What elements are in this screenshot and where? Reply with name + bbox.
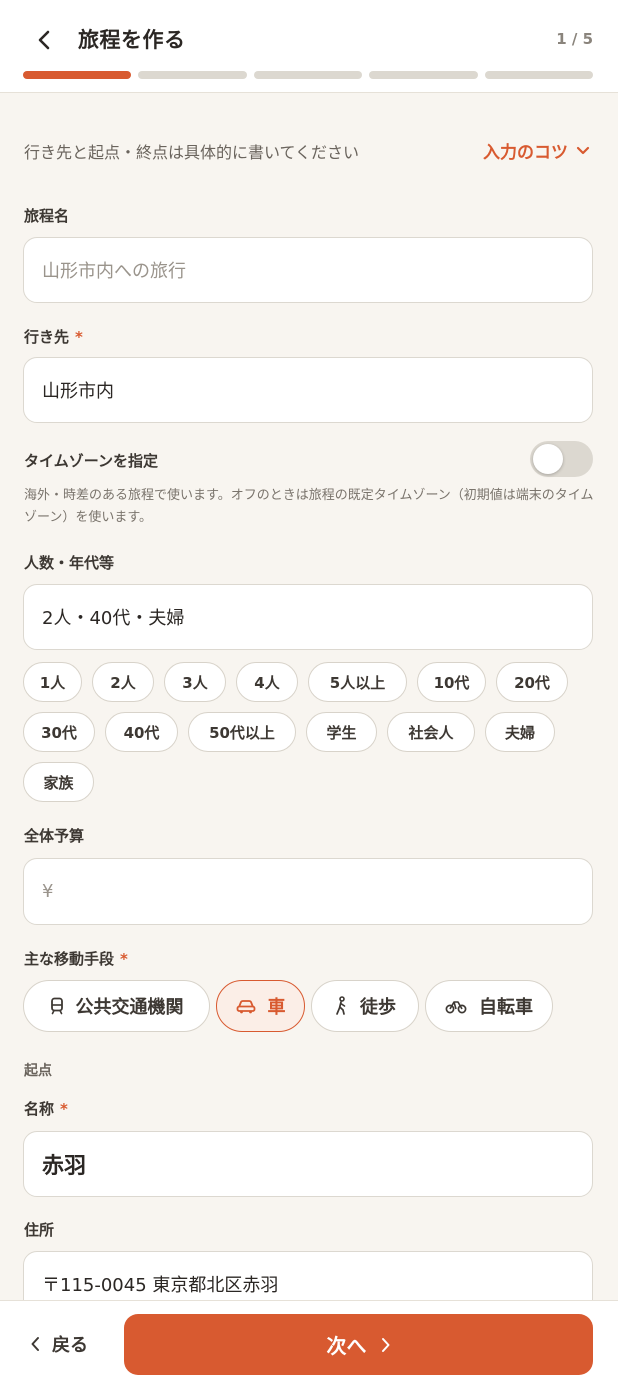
origin-address-input[interactable]: 〒115-0045 東京都北区赤羽: [23, 1251, 593, 1300]
progress-step-3: [253, 71, 363, 79]
hint-text: 行き先と起点・終点は具体的に書いてください: [24, 143, 360, 162]
people-chips-row-3: 家族: [23, 762, 94, 802]
step-counter: 1 / 5: [556, 30, 593, 48]
chevron-left-icon: [38, 30, 50, 50]
chip-option[interactable]: 20代: [496, 662, 568, 702]
transport-options: 公共交通機関 車 徒歩 自転車: [23, 980, 553, 1032]
chip-option[interactable]: 10代: [417, 662, 486, 702]
destination-label: 行き先 *: [24, 326, 83, 347]
destination-label-text: 行き先: [24, 328, 70, 346]
next-button[interactable]: 次へ: [124, 1314, 593, 1375]
transport-label-text: 主な移動手段: [24, 950, 115, 968]
required-mark: *: [60, 1100, 68, 1118]
people-label-text: 人数・年代等: [24, 554, 115, 572]
chip-option[interactable]: 5人以上: [308, 662, 407, 702]
people-chips-row-2: 30代 40代 50代以上 学生 社会人 夫婦: [23, 712, 555, 752]
trip-name-label-text: 旅程名: [24, 207, 70, 225]
trip-name-input[interactable]: 山形市内への旅行: [23, 237, 593, 303]
chip-option[interactable]: 4人: [236, 662, 298, 702]
chip-option[interactable]: 3人: [164, 662, 226, 702]
timezone-label-text: タイムゾーンを指定: [24, 452, 158, 470]
currency-prefix: ¥: [42, 881, 54, 902]
footer-back-label: 戻る: [52, 1335, 88, 1356]
origin-section-label: 起点: [24, 1063, 52, 1079]
toggle-knob: [533, 444, 563, 474]
origin-name-value: 赤羽: [42, 1154, 87, 1179]
transport-label: 車: [267, 997, 286, 1018]
chevron-down-icon: [576, 146, 590, 154]
transport-option-public[interactable]: 公共交通機関: [23, 980, 210, 1032]
origin-address-label: 住所: [24, 1219, 54, 1240]
chip-option[interactable]: 50代以上: [188, 712, 296, 752]
progress-step-1: [23, 71, 132, 79]
back-button[interactable]: [24, 22, 64, 58]
transport-label: 自転車: [479, 997, 533, 1018]
transport-label: 徒歩: [360, 997, 396, 1018]
chip-option[interactable]: 1人: [23, 662, 82, 702]
budget-label-text: 全体予算: [24, 827, 85, 845]
trip-name-label: 旅程名: [24, 205, 69, 226]
progress-step-4: [369, 71, 478, 79]
origin-address-label-text: 住所: [24, 1221, 55, 1239]
progress-step-2: [138, 71, 247, 79]
next-label: 次へ: [326, 1334, 367, 1358]
required-mark: *: [120, 950, 128, 968]
timezone-label: タイムゾーンを指定: [24, 450, 158, 471]
destination-value: 山形市内: [42, 381, 114, 402]
origin-name-label: 名称 *: [24, 1098, 68, 1119]
input-tips-toggle[interactable]: 入力のコツ: [483, 138, 590, 163]
trip-name-placeholder: 山形市内への旅行: [42, 261, 186, 282]
chip-option[interactable]: 家族: [23, 762, 94, 802]
people-chips-row-1: 1人 2人 3人 4人 5人以上 10代 20代: [23, 662, 568, 702]
budget-input[interactable]: ¥: [23, 858, 593, 925]
progress-step-5: [484, 71, 594, 79]
transport-label: 主な移動手段 *: [24, 948, 128, 969]
chip-option[interactable]: 30代: [23, 712, 95, 752]
walking-icon: [336, 996, 346, 1015]
form-content: 行き先と起点・終点は具体的に書いてください 入力のコツ 旅程名 山形市内への旅行…: [0, 93, 618, 1300]
footer-bar: 戻る 次へ: [0, 1300, 618, 1387]
required-mark: *: [75, 328, 83, 346]
people-input[interactable]: 2人・40代・夫婦: [23, 584, 593, 650]
chip-option[interactable]: 夫婦: [485, 712, 555, 752]
transport-option-car[interactable]: 車: [216, 980, 305, 1032]
train-icon: [50, 997, 63, 1015]
chevron-left-icon: [31, 1337, 39, 1351]
chip-option[interactable]: 社会人: [387, 712, 475, 752]
timezone-description: 海外・時差のある旅程で使います。オフのときは旅程の既定タイムゾーン（初期値は端末…: [24, 488, 594, 525]
progress-bar: [23, 71, 594, 80]
origin-name-label-text: 名称: [24, 1100, 55, 1118]
destination-input[interactable]: 山形市内: [23, 357, 593, 423]
chevron-right-icon: [381, 1337, 389, 1352]
page-title: 旅程を作る: [78, 28, 186, 52]
timezone-toggle[interactable]: [530, 441, 593, 477]
transport-option-walk[interactable]: 徒歩: [311, 980, 419, 1032]
chip-option[interactable]: 学生: [306, 712, 377, 752]
bicycle-icon: [445, 1001, 467, 1014]
origin-name-input[interactable]: 赤羽: [23, 1131, 593, 1197]
chip-option[interactable]: 2人: [92, 662, 154, 702]
footer-back-button[interactable]: 戻る: [30, 1328, 88, 1360]
budget-label: 全体予算: [24, 825, 84, 846]
transport-label: 公共交通機関: [75, 997, 184, 1018]
people-value: 2人・40代・夫婦: [42, 608, 185, 629]
origin-address-value: 〒115-0045 東京都北区赤羽: [42, 1275, 279, 1296]
car-icon: [236, 1000, 255, 1014]
chip-option[interactable]: 40代: [105, 712, 178, 752]
tips-label: 入力のコツ: [483, 143, 568, 163]
app-header: 旅程を作る 1 / 5: [0, 0, 618, 93]
people-label: 人数・年代等: [24, 552, 114, 573]
transport-option-bicycle[interactable]: 自転車: [425, 980, 553, 1032]
